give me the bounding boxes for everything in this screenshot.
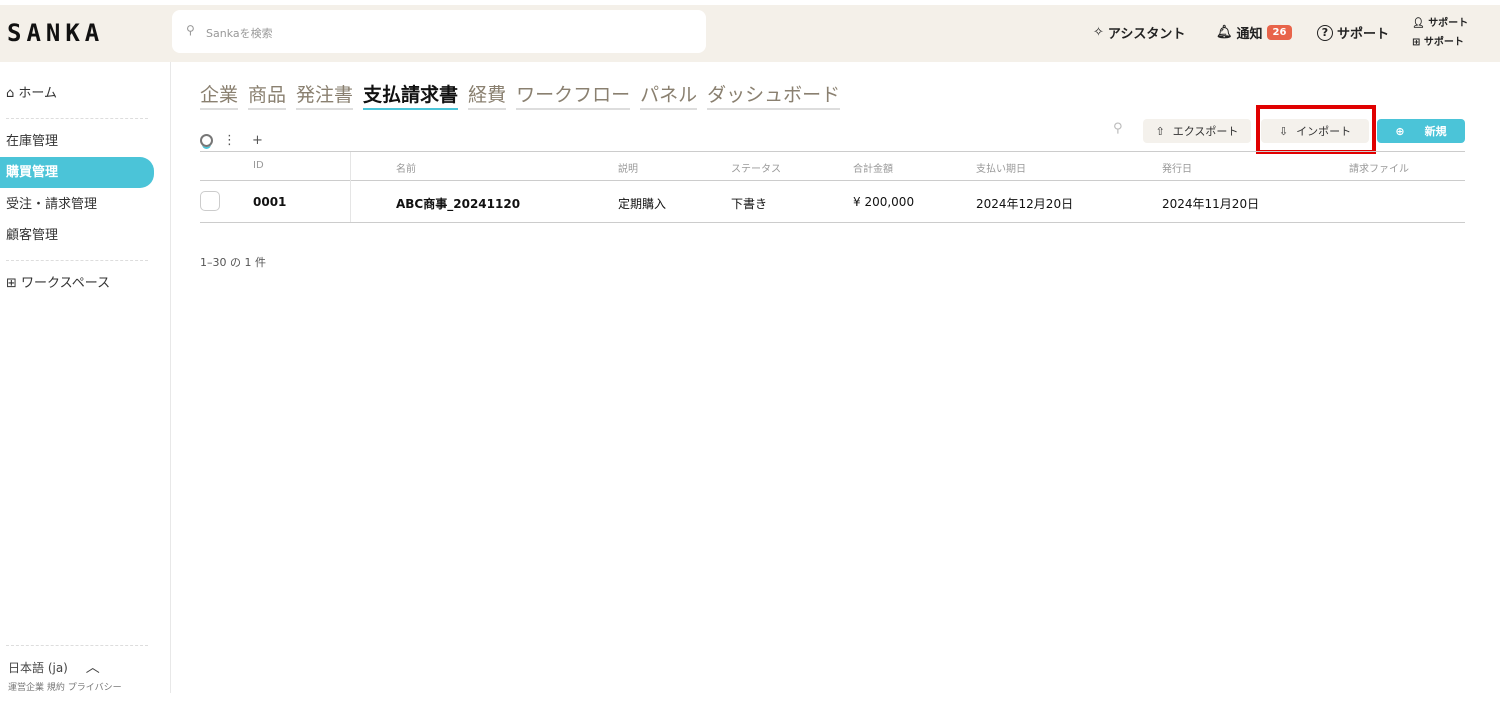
magic-wand-icon: ✧ — [1093, 25, 1104, 40]
help-icon: ? — [1317, 24, 1333, 41]
export-button[interactable]: ⇧ エクスポート — [1143, 119, 1251, 143]
tab-companies[interactable]: 企業 — [200, 80, 239, 110]
top-header: SANKA ⚲ Sankaを検索 ✧ アシスタント 🔔︎ 通知 26 ? サポート 👤︎ … — [0, 5, 1500, 62]
pagination-count: 1–30 の 1 件 — [200, 256, 266, 269]
sidebar-item-inventory[interactable]: 在庫管理 — [0, 126, 154, 157]
workspace-label: ワークスペース — [21, 276, 111, 291]
export-label: エクスポート — [1172, 125, 1239, 138]
table-header-row: ID 名前 説明 ステータス 合計金額 支払い期日 発行日 請求ファイル — [200, 152, 1465, 223]
cell-total: ¥ 200,000 — [853, 195, 915, 209]
more-options-icon[interactable]: ⋮ — [223, 133, 236, 148]
sidebar-item-home[interactable]: ⌂ ホーム — [0, 78, 154, 109]
notification-badge: 26 — [1266, 25, 1293, 40]
search-input[interactable]: ⚲ Sankaを検索 — [172, 10, 706, 53]
logo[interactable]: SANKA — [7, 19, 104, 47]
user-name: サポート — [1428, 18, 1469, 29]
company-link[interactable]: 運営企業 — [8, 683, 44, 693]
notifications-button[interactable]: 🔔︎ 通知 26 — [1216, 23, 1293, 42]
cell-id[interactable]: 0001 — [253, 195, 286, 209]
plus-circle-icon: ⊕ — [1395, 124, 1405, 138]
add-view-icon[interactable]: + — [252, 133, 263, 148]
privacy-link[interactable]: プライバシー — [68, 683, 122, 693]
table-row[interactable]: 0001 ABC商事_20241120 定期購入 下書き ¥ 200,000 2… — [200, 181, 1465, 223]
column-header-description[interactable]: 説明 — [618, 160, 638, 175]
bills-table: ID 名前 説明 ステータス 合計金額 支払い期日 発行日 請求ファイル 000… — [200, 151, 1465, 223]
apps-icon: ⊞ — [6, 276, 17, 291]
divider — [6, 118, 148, 119]
search-icon: ⚲ — [186, 23, 195, 37]
tab-products[interactable]: 商品 — [248, 80, 287, 110]
cell-issue-date: 2024年11月20日 — [1162, 197, 1260, 211]
assistant-button[interactable]: ✧ アシスタント — [1093, 23, 1185, 42]
object-tabs: 企業 商品 発注書 支払請求書 経費 ワークフロー パネル ダッシュボード — [200, 80, 841, 110]
divider — [6, 645, 148, 646]
home-label: ホーム — [18, 86, 58, 101]
language-label: 日本語 (ja) — [8, 661, 68, 675]
tab-panels[interactable]: パネル — [640, 80, 698, 110]
support-label: サポート — [1337, 27, 1390, 42]
sidebar: ⌂ ホーム 在庫管理 購買管理 受注・請求管理 顧客管理 ⊞ ワークスペース 日… — [0, 62, 171, 693]
sidebar-item-workspace[interactable]: ⊞ ワークスペース — [0, 268, 154, 299]
home-icon: ⌂ — [6, 86, 15, 101]
cell-name[interactable]: ABC商事_20241120 — [396, 195, 520, 212]
tab-expenses[interactable]: 経費 — [468, 80, 507, 110]
language-selector[interactable]: 日本語 (ja) ︿ — [8, 657, 100, 677]
divider — [6, 260, 148, 261]
notifications-label: 通知 — [1236, 27, 1263, 42]
user-menu[interactable]: 👤︎ サポート ⊞ サポート — [1412, 14, 1468, 52]
table-search-icon[interactable]: ⚲ — [1113, 121, 1123, 136]
tab-dashboards[interactable]: ダッシュボード — [707, 80, 841, 110]
cell-due-date: 2024年12月20日 — [976, 197, 1074, 211]
sidebar-item-customers[interactable]: 顧客管理 — [0, 220, 154, 251]
row-checkbox[interactable] — [200, 191, 220, 211]
user-icon: 👤︎ — [1412, 18, 1425, 29]
column-header-id[interactable]: ID — [253, 160, 264, 171]
sidebar-item-orders-billing[interactable]: 受注・請求管理 — [0, 189, 154, 220]
view-circle-icon[interactable] — [200, 134, 213, 147]
tab-purchase-orders[interactable]: 発注書 — [296, 80, 354, 110]
upload-icon: ⇧ — [1155, 124, 1165, 138]
cell-status: 下書き — [731, 197, 768, 211]
column-header-name[interactable]: 名前 — [396, 160, 416, 175]
new-label: 新規 — [1424, 125, 1447, 138]
workspace-icon: ⊞ — [1412, 37, 1421, 48]
new-button[interactable]: ⊕ 新規 — [1377, 119, 1465, 143]
sidebar-item-purchasing[interactable]: 購買管理 — [0, 157, 154, 188]
assistant-label: アシスタント — [1107, 27, 1186, 42]
workspace-name: サポート — [1423, 37, 1464, 48]
search-placeholder: Sankaを検索 — [206, 27, 273, 40]
footer-links: 運営企業 規約 プライバシー — [8, 680, 122, 693]
terms-link[interactable]: 規約 — [47, 683, 65, 693]
chevron-up-icon: ︿ — [85, 660, 100, 676]
column-header-total[interactable]: 合計金額 — [853, 160, 893, 175]
column-header-bill-file[interactable]: 請求ファイル — [1349, 160, 1409, 175]
tab-workflows[interactable]: ワークフロー — [516, 80, 631, 110]
column-header-issue-date[interactable]: 発行日 — [1162, 160, 1192, 175]
column-header-due-date[interactable]: 支払い期日 — [976, 160, 1026, 175]
cell-description: 定期購入 — [618, 197, 667, 211]
support-button[interactable]: ? サポート — [1317, 23, 1389, 42]
view-controls: ⋮ + — [200, 133, 263, 148]
bell-icon: 🔔︎ — [1216, 25, 1233, 40]
highlight-box — [1256, 105, 1376, 154]
column-header-status[interactable]: ステータス — [731, 160, 781, 175]
tab-bills[interactable]: 支払請求書 — [363, 80, 459, 110]
